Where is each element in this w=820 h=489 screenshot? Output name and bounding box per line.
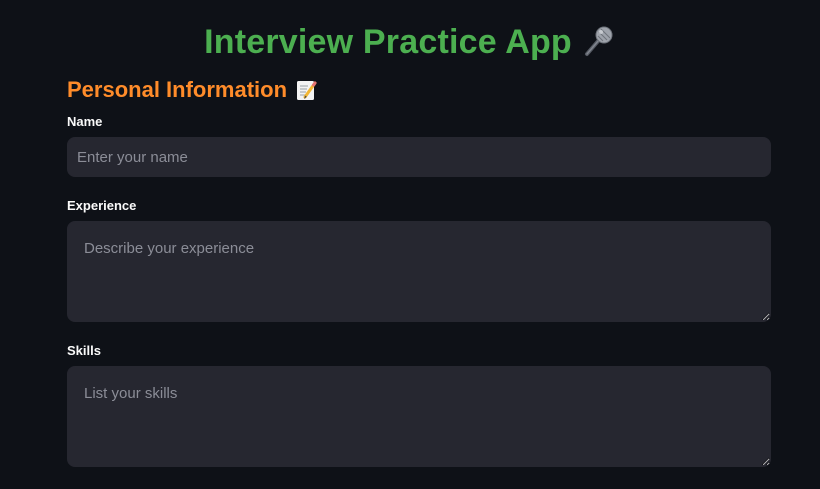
title-row: Interview Practice App: [0, 18, 820, 66]
microphone-icon: [582, 25, 616, 59]
skills-label: Skills: [67, 343, 101, 358]
experience-label: Experience: [67, 198, 137, 213]
skills-textarea[interactable]: [67, 366, 771, 467]
section-header: Personal Information: [67, 74, 317, 106]
name-label: Name: [67, 114, 103, 129]
app-page: Interview Practice App Personal Informat…: [0, 0, 820, 489]
section-title: Personal Information: [67, 77, 288, 102]
memo-icon: [295, 79, 317, 101]
experience-textarea[interactable]: [67, 221, 771, 322]
app-title: Interview Practice App: [204, 22, 572, 61]
name-input[interactable]: [67, 137, 771, 177]
